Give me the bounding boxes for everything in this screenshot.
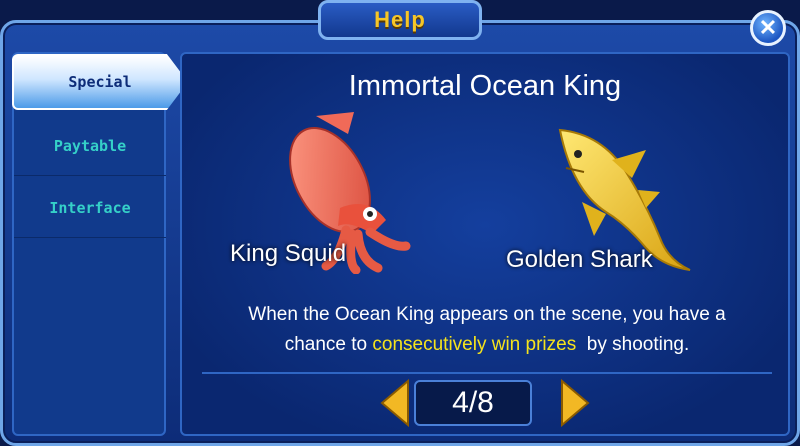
prev-page-button[interactable] bbox=[378, 378, 412, 428]
description-line-2: chance to consecutively win prizes by sh… bbox=[202, 330, 772, 360]
tab-special[interactable]: Special bbox=[12, 54, 188, 110]
description-line-1: When the Ocean King appears on the scene… bbox=[248, 304, 726, 325]
dialog-title-tab: Help bbox=[318, 0, 482, 40]
description-suffix: by shooting. bbox=[576, 334, 690, 355]
description-prefix: chance to bbox=[284, 334, 373, 355]
king-squid-label: King Squid bbox=[230, 240, 347, 267]
next-page-button[interactable] bbox=[558, 378, 592, 428]
description: When the Ocean King appears on the scene… bbox=[202, 300, 772, 360]
dialog-title: Help bbox=[374, 7, 426, 32]
tab-interface[interactable]: Interface bbox=[14, 178, 166, 238]
page-indicator: 4/8 bbox=[414, 380, 532, 426]
close-icon: ✕ bbox=[758, 15, 778, 40]
sidebar: Special Paytable Interface bbox=[12, 52, 188, 436]
tab-paytable-label: Paytable bbox=[53, 136, 127, 155]
tab-interface-label: Interface bbox=[49, 198, 131, 217]
golden-shark-label: Golden Shark bbox=[506, 246, 653, 273]
page-title: Immortal Ocean King bbox=[348, 70, 622, 102]
content-panel: Immortal Ocean King King Squid Golden Sh… bbox=[180, 52, 790, 436]
close-button[interactable]: ✕ bbox=[750, 10, 786, 46]
tab-special-label: Special bbox=[68, 73, 132, 91]
tab-paytable[interactable]: Paytable bbox=[14, 116, 166, 176]
description-highlight: consecutively win prizes bbox=[372, 334, 577, 355]
divider bbox=[202, 372, 772, 374]
